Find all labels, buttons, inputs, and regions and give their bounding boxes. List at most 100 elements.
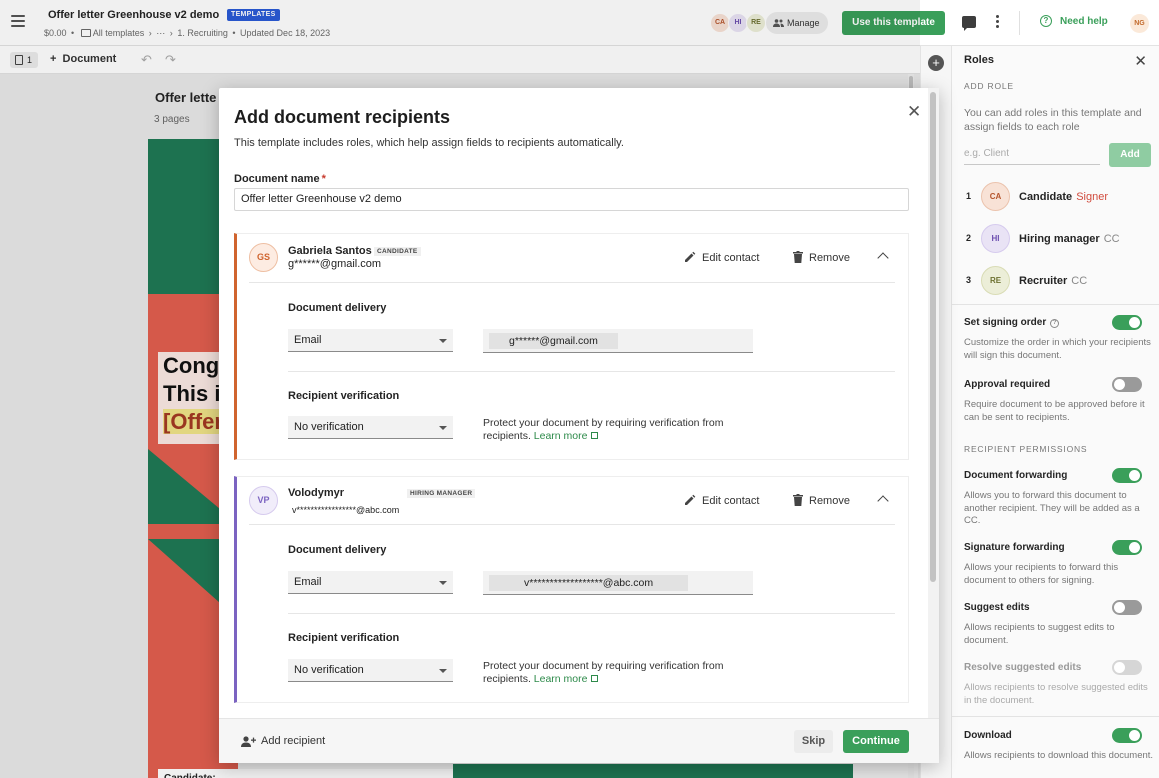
skip-button[interactable]: Skip <box>794 730 833 753</box>
role-tag: HIRING MANAGER <box>407 489 476 498</box>
avatar: CA <box>981 182 1010 211</box>
add-recipient-button[interactable]: Add recipient <box>241 735 325 747</box>
recipient-card: GS Gabriela Santos CANDIDATE g******@gma… <box>234 233 909 460</box>
role-name: Recruiter CC <box>1019 275 1088 287</box>
email-chip: g******@gmail.com <box>489 333 618 349</box>
dropdown-caret-icon <box>439 581 447 585</box>
close-icon[interactable]: ✕ <box>1134 52 1147 70</box>
add-recipients-modal: Add document recipients ✕ This template … <box>219 88 939 763</box>
remove-button[interactable]: Remove <box>793 494 850 507</box>
permissions-label: RECIPIENT PERMISSIONS <box>964 444 1088 454</box>
verification-select[interactable]: No verification <box>288 416 453 439</box>
verification-label: Recipient verification <box>288 390 400 402</box>
learn-more-link[interactable]: Learn more <box>534 673 588 685</box>
suggest-edits-title: Suggest edits <box>964 602 1030 613</box>
avatar: VP <box>249 486 278 515</box>
role-item[interactable]: 3 RE Recruiter CC <box>964 265 1154 297</box>
delivery-label: Document delivery <box>288 302 387 314</box>
divider <box>249 282 895 283</box>
trash-icon <box>793 251 803 263</box>
collapse-chevron-icon[interactable] <box>877 495 889 507</box>
role-item[interactable]: 1 CA Candidate Signer <box>964 181 1154 213</box>
delivery-select[interactable]: Email <box>288 571 453 594</box>
download-toggle[interactable] <box>1112 728 1142 743</box>
approval-desc: Require document to be approved before i… <box>964 399 1145 423</box>
resolve-edits-title: Resolve suggested edits <box>964 662 1082 673</box>
learn-more-link[interactable]: Learn more <box>534 430 588 442</box>
document-name-label: Document name * <box>234 173 326 185</box>
modal-footer: Add recipient Skip Continue <box>219 718 939 763</box>
modal-scrollbar[interactable] <box>928 88 939 718</box>
suggest-edits-desc: Allows recipients to suggest edits to do… <box>964 622 1115 646</box>
more-options-icon[interactable] <box>996 15 1000 29</box>
edit-contact-button[interactable]: Edit contact <box>684 251 759 264</box>
add-person-icon <box>241 736 256 747</box>
collapse-chevron-icon[interactable] <box>877 252 889 264</box>
divider <box>952 716 1159 717</box>
signing-order-toggle[interactable] <box>1112 315 1142 330</box>
resolve-edits-toggle[interactable] <box>1112 660 1142 675</box>
recipient-name: Volodymyr <box>288 487 345 499</box>
resolve-edits-desc: Allows recipients to resolve suggested e… <box>964 682 1148 706</box>
edit-contact-button[interactable]: Edit contact <box>684 494 759 507</box>
info-icon[interactable]: ? <box>1050 319 1060 328</box>
recipient-card: VP Volodymyr HIRING MANAGER v***********… <box>234 476 909 703</box>
verification-label: Recipient verification <box>288 632 400 644</box>
dropdown-caret-icon <box>439 339 447 343</box>
doc-forwarding-toggle[interactable] <box>1112 468 1142 483</box>
avatar: GS <box>249 243 278 272</box>
signing-order-title: Set signing order? <box>964 317 1060 328</box>
delivery-select[interactable]: Email <box>288 329 453 352</box>
divider <box>288 613 895 614</box>
approval-title: Approval required <box>964 379 1051 390</box>
roles-panel: Roles ✕ ADD ROLE You can add roles in th… <box>952 46 1159 778</box>
doc-forwarding-desc: Allows you to forward this document to a… <box>964 490 1140 526</box>
close-icon[interactable]: ✕ <box>907 102 921 122</box>
recipient-name: Gabriela Santos <box>288 245 372 257</box>
panel-title: Roles <box>964 54 994 66</box>
divider <box>288 371 895 372</box>
remove-button[interactable]: Remove <box>793 251 850 264</box>
add-role-help: You can add roles in this template and a… <box>964 107 1142 133</box>
suggest-edits-toggle[interactable] <box>1112 600 1142 615</box>
verification-help: Protect your document by requiring verif… <box>483 660 724 685</box>
delivery-email-input[interactable]: v******************@abc.com <box>483 571 753 595</box>
pencil-icon <box>685 494 696 505</box>
trash-icon <box>793 494 803 506</box>
role-name-input[interactable]: e.g. Client <box>964 144 1100 165</box>
sig-forwarding-title: Signature forwarding <box>964 542 1065 553</box>
doc-forwarding-title: Document forwarding <box>964 470 1068 481</box>
role-tag: CANDIDATE <box>374 247 421 256</box>
divider <box>1019 11 1020 35</box>
add-role-label: ADD ROLE <box>964 81 1014 91</box>
recipient-email: g******@gmail.com <box>288 258 382 270</box>
add-field-icon[interactable]: + <box>928 55 944 71</box>
external-link-icon <box>591 432 599 439</box>
modal-subtitle: This template includes roles, which help… <box>234 137 624 149</box>
avatar: RE <box>981 266 1010 295</box>
add-role-button[interactable]: Add <box>1109 143 1151 167</box>
comments-icon[interactable] <box>962 16 976 31</box>
role-name: Hiring manager CC <box>1019 233 1120 245</box>
delivery-label: Document delivery <box>288 544 387 556</box>
download-title: Download <box>964 730 1012 741</box>
verification-select[interactable]: No verification <box>288 659 453 682</box>
dropdown-caret-icon <box>439 426 447 430</box>
need-help-button[interactable]: ? Need help <box>1040 15 1108 27</box>
download-desc: Allows recipients to download this docum… <box>964 750 1154 761</box>
delivery-email-input[interactable]: g******@gmail.com <box>483 329 753 353</box>
verification-help: Protect your document by requiring verif… <box>483 417 724 442</box>
recipient-email: v*****************@abc.com <box>292 505 400 515</box>
document-name-input[interactable]: Offer letter Greenhouse v2 demo <box>234 188 909 211</box>
approval-toggle[interactable] <box>1112 377 1142 392</box>
continue-button[interactable]: Continue <box>843 730 909 753</box>
divider <box>249 524 895 525</box>
avatar: HI <box>981 224 1010 253</box>
email-chip: v******************@abc.com <box>489 575 689 591</box>
role-item[interactable]: 2 HI Hiring manager CC <box>964 223 1154 255</box>
sig-forwarding-toggle[interactable] <box>1112 540 1142 555</box>
pencil-icon <box>685 251 696 262</box>
signing-order-desc: Customize the order in which your recipi… <box>964 337 1151 361</box>
user-avatar[interactable]: NG <box>1130 14 1149 33</box>
modal-title: Add document recipients <box>234 107 451 127</box>
